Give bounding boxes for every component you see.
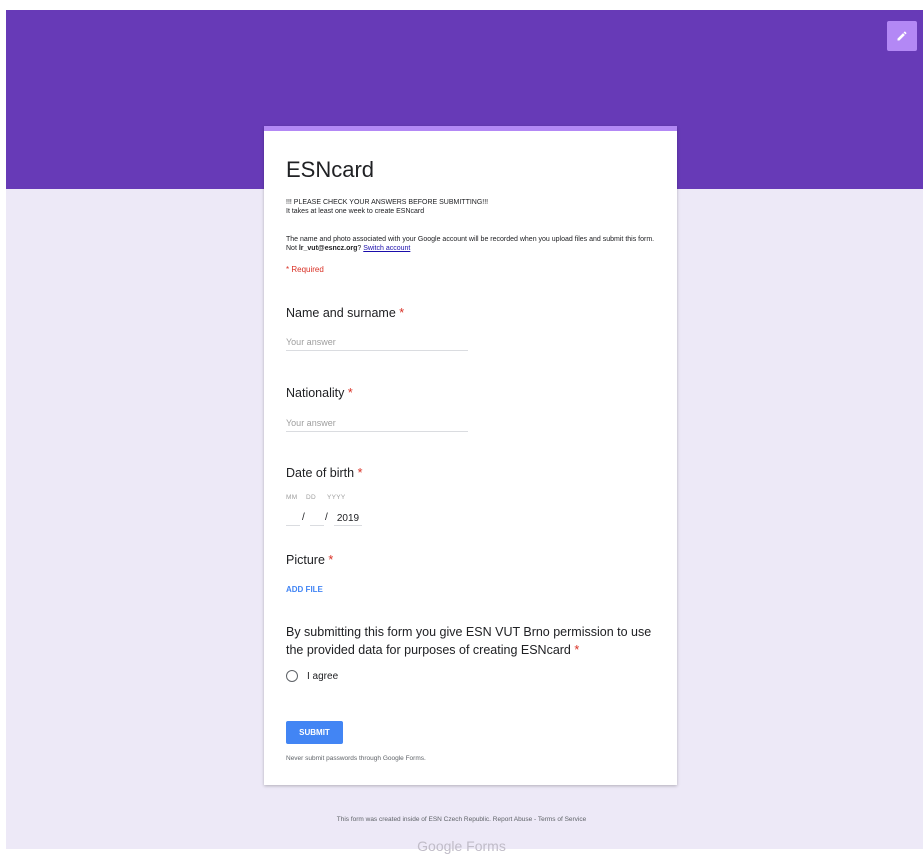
required-star: * — [347, 386, 353, 400]
agree-radio[interactable] — [286, 670, 298, 682]
pencil-icon — [897, 31, 907, 41]
name-question-title: Name and surname * — [286, 306, 404, 320]
dob-yyyy-label: YYYY — [327, 494, 346, 501]
consent-question-title: By submitting this form you give ESN VUT… — [286, 623, 666, 659]
footer-text: This form was created inside of ESN Czec… — [336, 816, 587, 823]
required-star: * — [328, 553, 334, 567]
description-line-2: It takes at least one week to create ESN… — [286, 208, 425, 215]
submit-button[interactable]: SUBMIT — [286, 721, 343, 744]
form-description: !!! PLEASE CHECK YOUR ANSWERS BEFORE SUB… — [286, 198, 488, 216]
notice-email: lr_vut@esncz.org — [298, 245, 358, 252]
date-separator: / — [302, 512, 305, 523]
add-file-button[interactable]: ADD FILE — [286, 585, 323, 594]
switch-account-link[interactable]: Switch account — [363, 245, 410, 252]
dob-day-input[interactable] — [310, 511, 324, 526]
dob-year-input[interactable] — [334, 511, 362, 526]
required-note: * Required — [286, 265, 324, 274]
required-star: * — [574, 643, 580, 657]
picture-question-label: Picture — [286, 553, 325, 567]
agree-option-label: I agree — [307, 671, 339, 682]
consent-question-label: By submitting this form you give ESN VUT… — [286, 625, 652, 657]
required-star: * — [399, 306, 405, 320]
form-card: ESNcard !!! PLEASE CHECK YOUR ANSWERS BE… — [264, 126, 677, 785]
account-notice: The name and photo associated with your … — [286, 235, 666, 253]
dob-mm-label: MM — [286, 494, 298, 501]
dob-month-input[interactable] — [286, 511, 300, 526]
password-warning: Never submit passwords through Google Fo… — [286, 755, 426, 762]
google-forms-logo: Google Forms — [417, 838, 506, 854]
name-input[interactable] — [286, 334, 468, 351]
nationality-input[interactable] — [286, 415, 468, 432]
nationality-question-label: Nationality — [286, 386, 345, 400]
form-title: ESNcard — [286, 157, 375, 182]
dob-dd-label: DD — [306, 494, 316, 501]
required-star: * — [357, 466, 363, 480]
dob-question-title: Date of birth * — [286, 466, 362, 480]
nationality-question-title: Nationality * — [286, 386, 353, 400]
date-separator: / — [325, 512, 328, 523]
name-question-label: Name and surname — [286, 306, 396, 320]
description-line-1: !!! PLEASE CHECK YOUR ANSWERS BEFORE SUB… — [286, 199, 489, 206]
picture-question-title: Picture * — [286, 553, 333, 567]
edit-form-button[interactable] — [887, 21, 917, 51]
dob-question-label: Date of birth — [286, 466, 355, 480]
